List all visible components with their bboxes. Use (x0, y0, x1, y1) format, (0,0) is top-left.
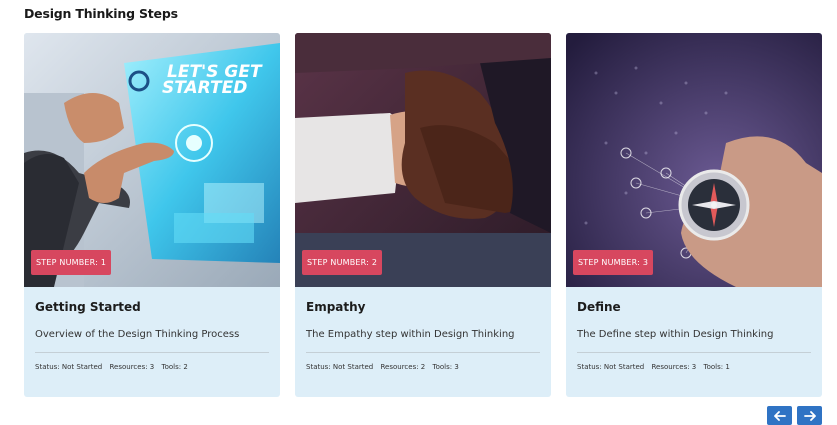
step-card-getting-started[interactable]: LET'S GET STARTED STEP NUMBER: 1 Getting… (24, 33, 280, 397)
card-image: LET'S GET STARTED STEP NUMBER: 1 (24, 33, 280, 287)
pagination (767, 406, 822, 425)
card-description: The Empathy step within Design Thinking (306, 329, 515, 340)
card-description: The Define step within Design Thinking (577, 329, 774, 340)
status-text: Status: Not Started (577, 363, 645, 371)
step-card-define[interactable]: STEP NUMBER: 3 Define The Define step wi… (566, 33, 822, 397)
tools-count: Tools: 1 (703, 363, 730, 371)
next-button[interactable] (797, 406, 822, 425)
card-meta: Status: Not Started Resources: 3 Tools: … (35, 363, 269, 371)
card-meta: Status: Not Started Resources: 3 Tools: … (577, 363, 811, 371)
step-number-badge: STEP NUMBER: 1 (31, 250, 112, 275)
card-divider (577, 352, 811, 353)
hand-compass-network-image (566, 33, 822, 287)
step-number-badge: STEP NUMBER: 3 (573, 250, 654, 275)
step-card-empathy[interactable]: STEP NUMBER: 2 Empathy The Empathy step … (295, 33, 551, 397)
card-image: STEP NUMBER: 3 (566, 33, 822, 287)
resources-count: Resources: 2 (380, 363, 426, 371)
status-text: Status: Not Started (35, 363, 103, 371)
card-title[interactable]: Empathy (306, 300, 540, 316)
card-title[interactable]: Define (577, 300, 811, 316)
status-text: Status: Not Started (306, 363, 374, 371)
resources-count: Resources: 3 (109, 363, 155, 371)
card-divider (35, 352, 269, 353)
card-divider (306, 352, 540, 353)
card-title[interactable]: Getting Started (35, 300, 269, 316)
arrow-right-icon (803, 410, 816, 421)
tools-count: Tools: 2 (161, 363, 188, 371)
card-meta: Status: Not Started Resources: 2 Tools: … (306, 363, 540, 371)
card-list: LET'S GET STARTED STEP NUMBER: 1 Getting… (24, 33, 824, 397)
previous-button[interactable] (767, 406, 792, 425)
tools-count: Tools: 3 (432, 363, 459, 371)
resources-count: Resources: 3 (651, 363, 697, 371)
tablet-lets-get-started-image: LET'S GET STARTED (24, 33, 280, 287)
section-title: Design Thinking Steps (24, 6, 178, 21)
card-description: Overview of the Design Thinking Process (35, 329, 240, 340)
step-number-badge: STEP NUMBER: 2 (302, 250, 383, 275)
holding-hands-image (295, 33, 551, 287)
card-image: STEP NUMBER: 2 (295, 33, 551, 287)
svg-text:STARTED: STARTED (162, 78, 247, 98)
arrow-left-icon (773, 410, 786, 421)
